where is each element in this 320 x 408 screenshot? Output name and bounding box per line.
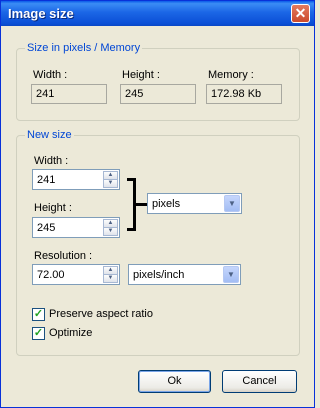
close-icon: ✕	[294, 5, 307, 21]
spin-down-icon[interactable]: ▼	[103, 227, 118, 236]
preserve-aspect-checkbox[interactable]: ✓	[32, 308, 45, 321]
optimize-label[interactable]: Optimize	[49, 327, 92, 339]
optimize-checkbox[interactable]: ✓	[32, 327, 45, 340]
link-bracket	[127, 178, 136, 231]
current-height-label: Height :	[122, 69, 160, 81]
current-height-value: 245	[120, 84, 196, 104]
height-stepper[interactable]: 245 ▲ ▼	[32, 217, 120, 238]
new-size-legend: New size	[25, 129, 74, 141]
chevron-down-icon[interactable]: ▼	[223, 266, 239, 283]
cancel-button[interactable]: Cancel	[222, 370, 297, 393]
spin-down-icon[interactable]: ▼	[103, 274, 118, 283]
new-width-label: Width :	[34, 155, 69, 167]
image-size-dialog: Image size ✕ Size in pixels / Memory Wid…	[0, 0, 315, 408]
memory-label: Memory :	[208, 69, 254, 81]
width-input-value: 241	[37, 174, 56, 186]
size-unit-value: pixels	[152, 198, 181, 210]
memory-value: 172.98 Kb	[206, 84, 282, 104]
size-unit-select[interactable]: pixels ▼	[147, 193, 242, 214]
resolution-label: Resolution :	[34, 250, 93, 262]
chevron-down-icon[interactable]: ▼	[224, 195, 240, 212]
current-width-value: 241	[31, 84, 107, 104]
height-input-value: 245	[37, 222, 56, 234]
close-button[interactable]: ✕	[291, 4, 310, 23]
new-height-label: Height :	[34, 202, 72, 214]
window-title: Image size	[8, 6, 74, 21]
resolution-unit-select[interactable]: pixels/inch ▼	[128, 264, 241, 285]
ok-button[interactable]: Ok	[138, 370, 211, 393]
resolution-input-value: 72.00	[37, 269, 65, 281]
title-bar[interactable]: Image size ✕	[1, 1, 314, 26]
checkmark-icon: ✓	[33, 327, 44, 339]
size-memory-legend: Size in pixels / Memory	[25, 42, 143, 54]
resolution-unit-value: pixels/inch	[133, 269, 185, 281]
width-stepper[interactable]: 241 ▲ ▼	[32, 169, 120, 190]
resolution-stepper[interactable]: 72.00 ▲ ▼	[32, 264, 120, 285]
spin-down-icon[interactable]: ▼	[103, 179, 118, 188]
preserve-aspect-label[interactable]: Preserve aspect ratio	[49, 308, 153, 320]
current-width-label: Width :	[33, 69, 68, 81]
checkmark-icon: ✓	[33, 308, 44, 320]
